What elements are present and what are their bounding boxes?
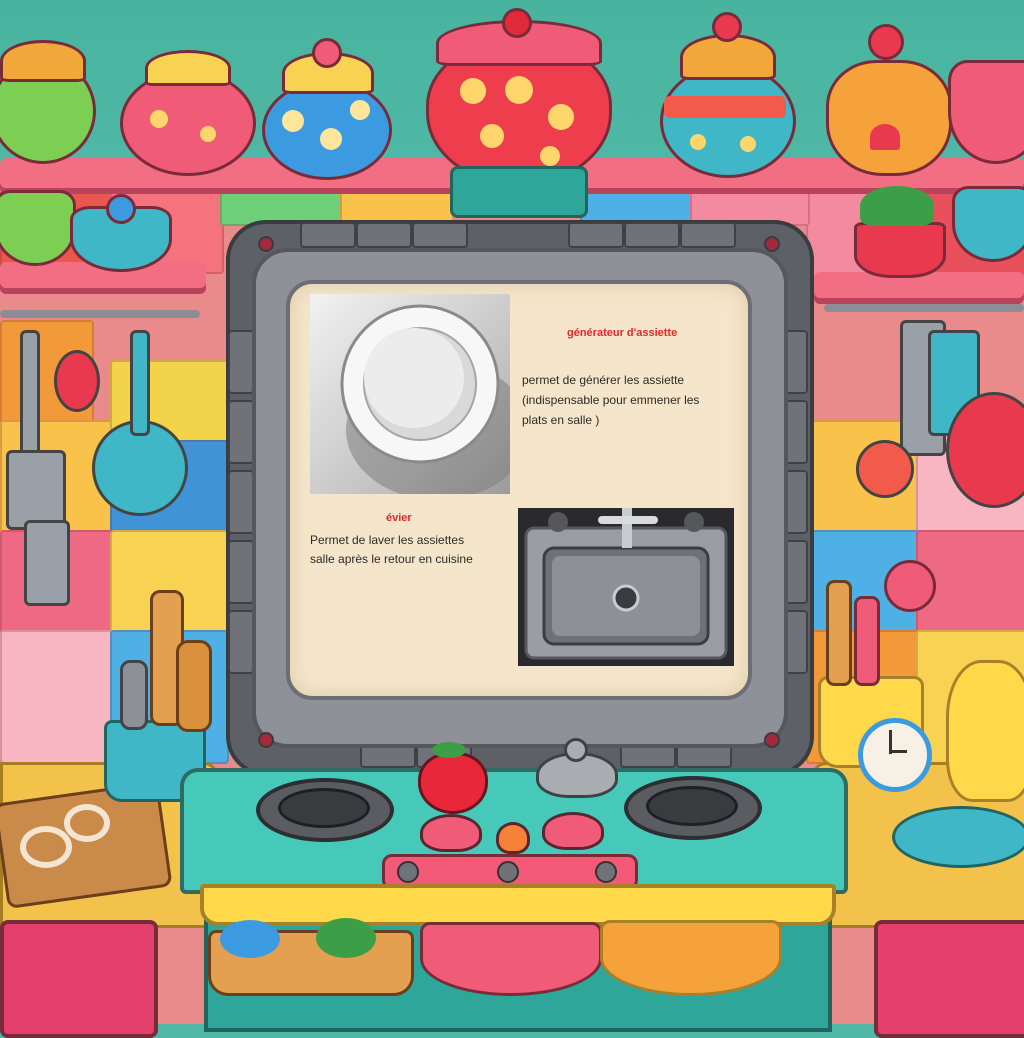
- stove-knob[interactable]: [595, 861, 617, 883]
- right-cabinet: [874, 920, 1024, 1038]
- sink-icon[interactable]: [518, 508, 734, 666]
- left-cabinet: [0, 920, 158, 1038]
- bolt: [258, 732, 274, 748]
- plate-generator-desc-2: (indispensable pour emmener les: [522, 393, 700, 407]
- plate-on-counter: [892, 806, 1024, 868]
- stove-button-left[interactable]: [420, 814, 482, 852]
- burner-left[interactable]: [256, 778, 394, 842]
- cloche-knob: [564, 738, 588, 762]
- bolt: [764, 732, 780, 748]
- sink-title: évier: [386, 512, 412, 524]
- sink-desc-2: salle après le retour en cuisine: [310, 552, 473, 566]
- sink-desc-1: Permet de laver les assiettes: [310, 533, 465, 547]
- plate-icon[interactable]: [310, 294, 510, 494]
- plate-generator-desc-3: plats en salle ): [522, 413, 600, 427]
- stove-button-center[interactable]: [496, 822, 530, 854]
- left-utensil-rail: [0, 310, 200, 318]
- plate-generator-title: générateur d'assiette: [567, 327, 678, 339]
- burner-right[interactable]: [624, 776, 762, 840]
- plate-generator-desc-1: permet de générer les assiette: [522, 373, 685, 387]
- right-utensil-rail: [824, 304, 1024, 312]
- bolt: [764, 236, 780, 252]
- stove-knob[interactable]: [397, 861, 419, 883]
- stove-knob[interactable]: [497, 861, 519, 883]
- stove-button-right[interactable]: [542, 812, 604, 850]
- bolt: [258, 236, 274, 252]
